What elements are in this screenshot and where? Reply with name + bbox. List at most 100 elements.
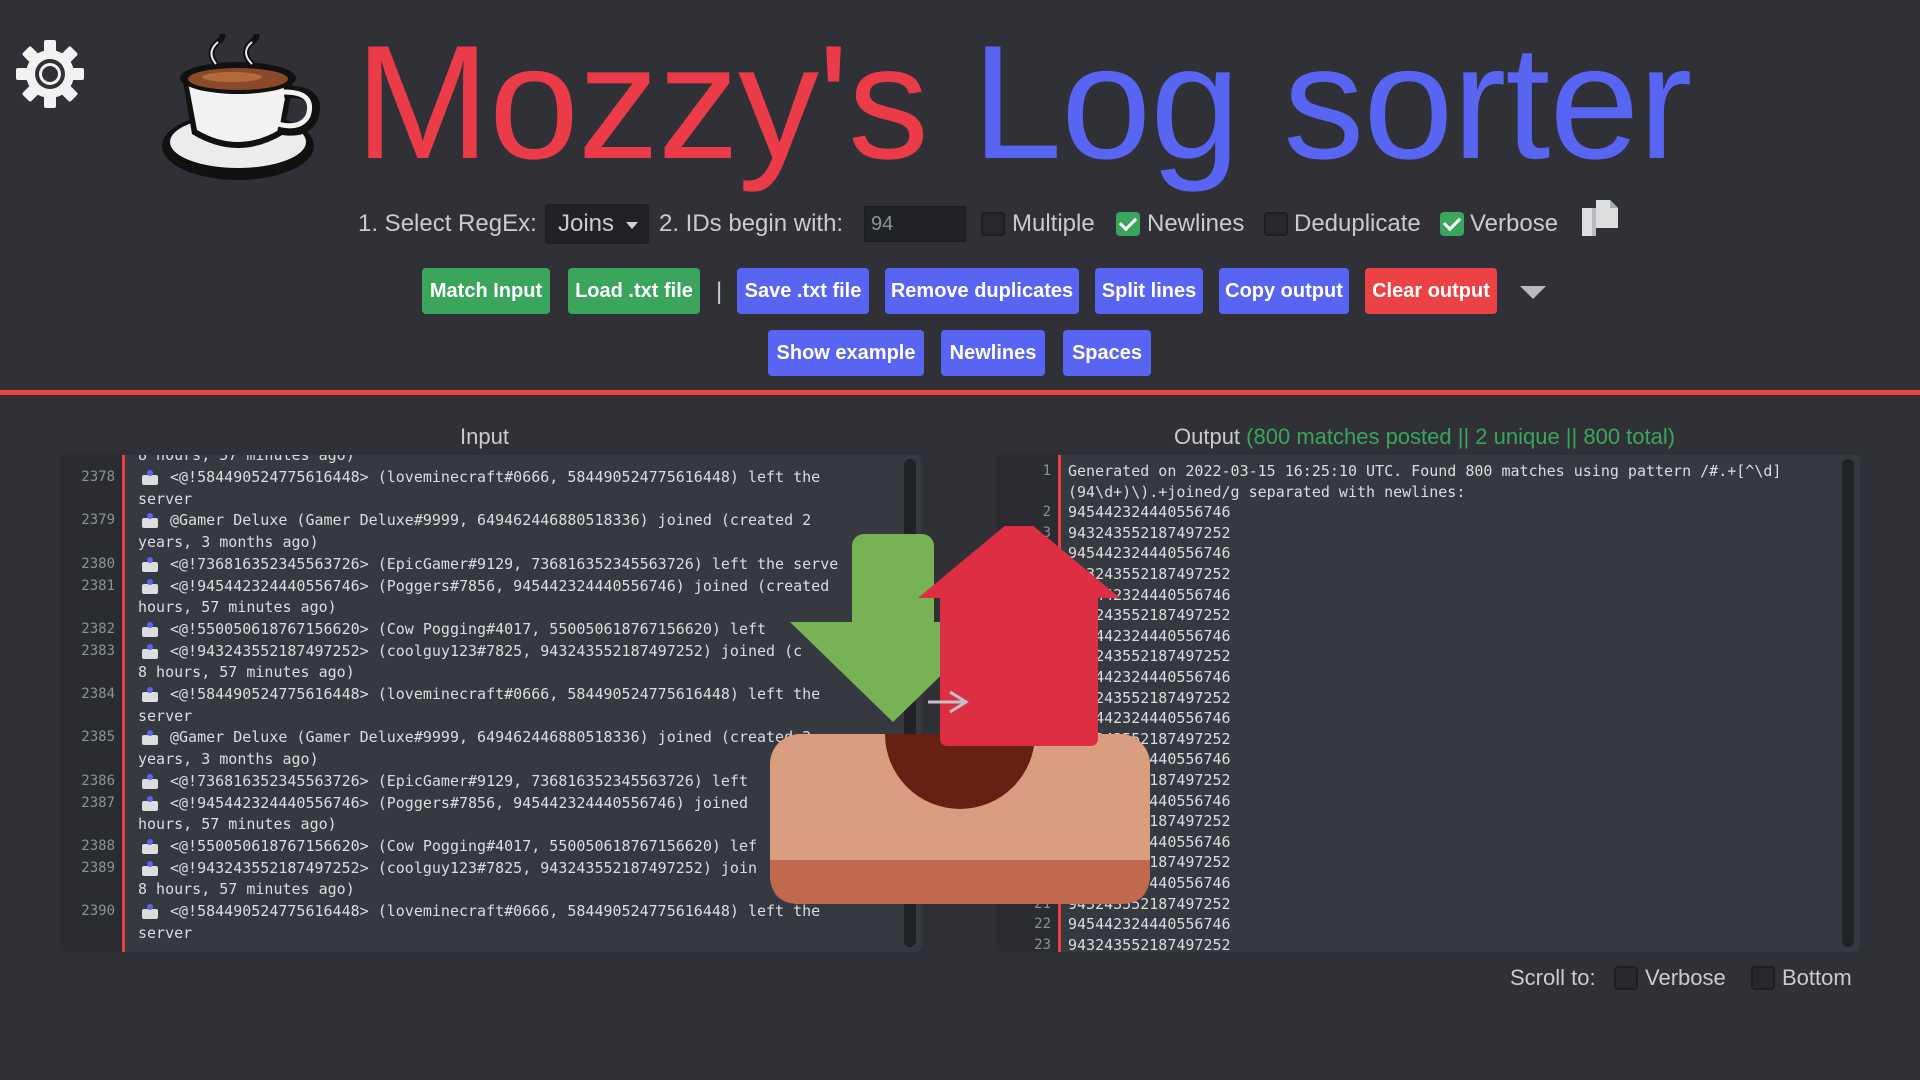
bot-icon — [140, 860, 160, 876]
input-line-text: <@!550050618767156620> (Cow Pogging#4017… — [170, 836, 757, 855]
output-title: Output — [1174, 424, 1241, 449]
match-input-button[interactable]: Match Input — [422, 268, 550, 314]
scroll-verbose-checkbox[interactable] — [1614, 966, 1638, 990]
input-line-text: <@!945442324440556746> (Poggers#7856, 94… — [170, 793, 748, 812]
caret-down-icon — [626, 222, 638, 229]
bot-icon — [140, 904, 160, 919]
output-line-number: 2 — [1042, 504, 1051, 521]
remove-duplicates-button[interactable]: Remove duplicates — [885, 268, 1079, 314]
bot-icon — [140, 556, 160, 572]
input-line-text: <@!945442324440556746> (Poggers#7856, 94… — [170, 576, 830, 595]
input-line-text: <@!584490524775616448> (loveminecraft#06… — [170, 685, 821, 703]
input-line-text: <@!550050618767156620> (Cow Pogging#4017… — [170, 619, 767, 638]
input-line-number: 2381 — [81, 577, 115, 594]
bot-icon — [140, 470, 160, 485]
output-line-text: 945442324440556746 — [1068, 503, 1231, 522]
input-line-text: <@!736816352345563726> (EpicGamer#9129, … — [170, 771, 748, 790]
output-header-line: Generated on 2022-03-15 16:25:10 UTC. Fo… — [1068, 462, 1782, 480]
clear-output-button[interactable]: Clear output — [1365, 268, 1497, 314]
output-header-line: (94\d+)\).+joined/g separated with newli… — [1068, 482, 1466, 501]
split-lines-button[interactable]: Split lines — [1095, 268, 1203, 314]
input-line-number: 2385 — [81, 729, 115, 746]
newlines-button[interactable]: Newlines — [941, 330, 1045, 376]
gear-icon[interactable] — [12, 36, 88, 112]
input-line-number: 2382 — [81, 620, 115, 637]
output-line-number: 23 — [1034, 936, 1051, 952]
verbose-label: Verbose — [1470, 210, 1559, 237]
show-example-button[interactable]: Show example — [768, 330, 924, 376]
input-line-text: 8 hours, 57 minutes ago) — [138, 880, 355, 899]
input-line-gutter — [60, 455, 125, 952]
output-line-number: 1 — [1042, 463, 1051, 479]
input-line-number: 2389 — [81, 859, 115, 876]
output-scrollbar[interactable] — [1842, 459, 1854, 947]
divider-line — [0, 390, 1920, 395]
deduplicate-label: Deduplicate — [1294, 210, 1421, 237]
input-line-text: server — [138, 706, 193, 725]
title-part-2: Log sorter — [972, 12, 1692, 193]
input-line-text: 8 hours, 57 minutes ago) — [138, 455, 355, 464]
toolbar-separator: | — [716, 278, 723, 305]
inbox-transfer-icon — [770, 526, 1150, 904]
input-line-number: 2383 — [81, 642, 115, 659]
bot-icon — [140, 730, 160, 746]
input-line-number: 2380 — [81, 555, 115, 572]
deduplicate-checkbox[interactable] — [1264, 212, 1288, 236]
scroll-verbose-label: Verbose — [1645, 965, 1726, 990]
ids-label: 2. IDs begin with: — [659, 210, 844, 237]
output-line-text: 945442324440556746 — [1068, 915, 1231, 934]
coffee-cup-icon — [162, 34, 320, 180]
input-line-text: 8 hours, 57 minutes ago) — [138, 663, 355, 682]
input-line-text: <@!943243552187497252> (coolguy123#7825,… — [170, 641, 803, 660]
input-line-text: @Gamer Deluxe (Gamer Deluxe#9999, 649462… — [170, 728, 812, 747]
bot-icon — [140, 773, 160, 789]
ids-input[interactable] — [864, 206, 966, 242]
input-line-number: 2387 — [81, 794, 115, 811]
multiple-checkbox[interactable] — [981, 212, 1005, 236]
output-title-group: Output (800 matches posted || 2 unique |… — [1174, 424, 1675, 450]
input-line-text: <@!584490524775616448> (loveminecraft#06… — [170, 468, 821, 486]
input-line-number: 2388 — [81, 837, 115, 854]
input-line-number: 2384 — [81, 686, 115, 702]
scroll-to-label: Scroll to: — [1510, 965, 1596, 990]
input-line-text: @Gamer Deluxe (Gamer Deluxe#9999, 649462… — [170, 511, 812, 530]
load-file-button[interactable]: Load .txt file — [568, 268, 700, 314]
bot-icon — [140, 513, 160, 529]
chevron-down-icon[interactable] — [1520, 286, 1546, 299]
input-line-text: server — [138, 489, 193, 508]
input-line-number: 2386 — [81, 772, 115, 789]
copy-icon[interactable] — [1578, 196, 1622, 240]
bot-icon — [140, 643, 160, 659]
options-row: 1. Select RegEx: Joins 2. IDs begin with… — [0, 204, 1920, 246]
input-line-text: <@!584490524775616448> (loveminecraft#06… — [170, 902, 821, 920]
bot-icon — [140, 687, 160, 702]
save-file-button[interactable]: Save .txt file — [737, 268, 869, 314]
bot-icon — [140, 838, 160, 854]
bot-icon — [140, 621, 160, 637]
spaces-button[interactable]: Spaces — [1063, 330, 1151, 376]
output-stats: (800 matches posted || 2 unique || 800 t… — [1246, 424, 1676, 449]
title-part-1: Mozzy's — [355, 12, 929, 193]
output-line-text: 943243552187497252 — [1068, 935, 1231, 952]
input-line-text: <@!736816352345563726> (EpicGamer#9129, … — [170, 554, 839, 573]
input-line-text: years, 3 months ago) — [138, 750, 319, 769]
copy-output-button[interactable]: Copy output — [1219, 268, 1349, 314]
regex-select[interactable]: Joins — [545, 204, 649, 244]
regex-select-value: Joins — [558, 210, 615, 237]
select-regex-label: 1. Select RegEx: — [358, 210, 537, 237]
newlines-label: Newlines — [1147, 210, 1245, 237]
input-line-text: <@!943243552187497252> (coolguy123#7825,… — [170, 858, 757, 877]
input-title: Input — [460, 424, 509, 449]
input-line-text: hours, 57 minutes ago) — [138, 598, 337, 617]
input-line-number: 2378 — [81, 469, 115, 485]
multiple-label: Multiple — [1012, 210, 1095, 237]
input-line-number: 2390 — [81, 903, 115, 919]
scroll-bottom-checkbox[interactable] — [1751, 966, 1775, 990]
bot-icon — [140, 795, 160, 811]
newlines-checkbox[interactable] — [1116, 212, 1140, 236]
bot-icon — [140, 578, 160, 594]
input-line-number: 2379 — [81, 512, 115, 529]
output-line-number: 22 — [1034, 916, 1051, 933]
scroll-bottom-label: Bottom — [1782, 965, 1852, 990]
verbose-checkbox[interactable] — [1440, 212, 1464, 236]
